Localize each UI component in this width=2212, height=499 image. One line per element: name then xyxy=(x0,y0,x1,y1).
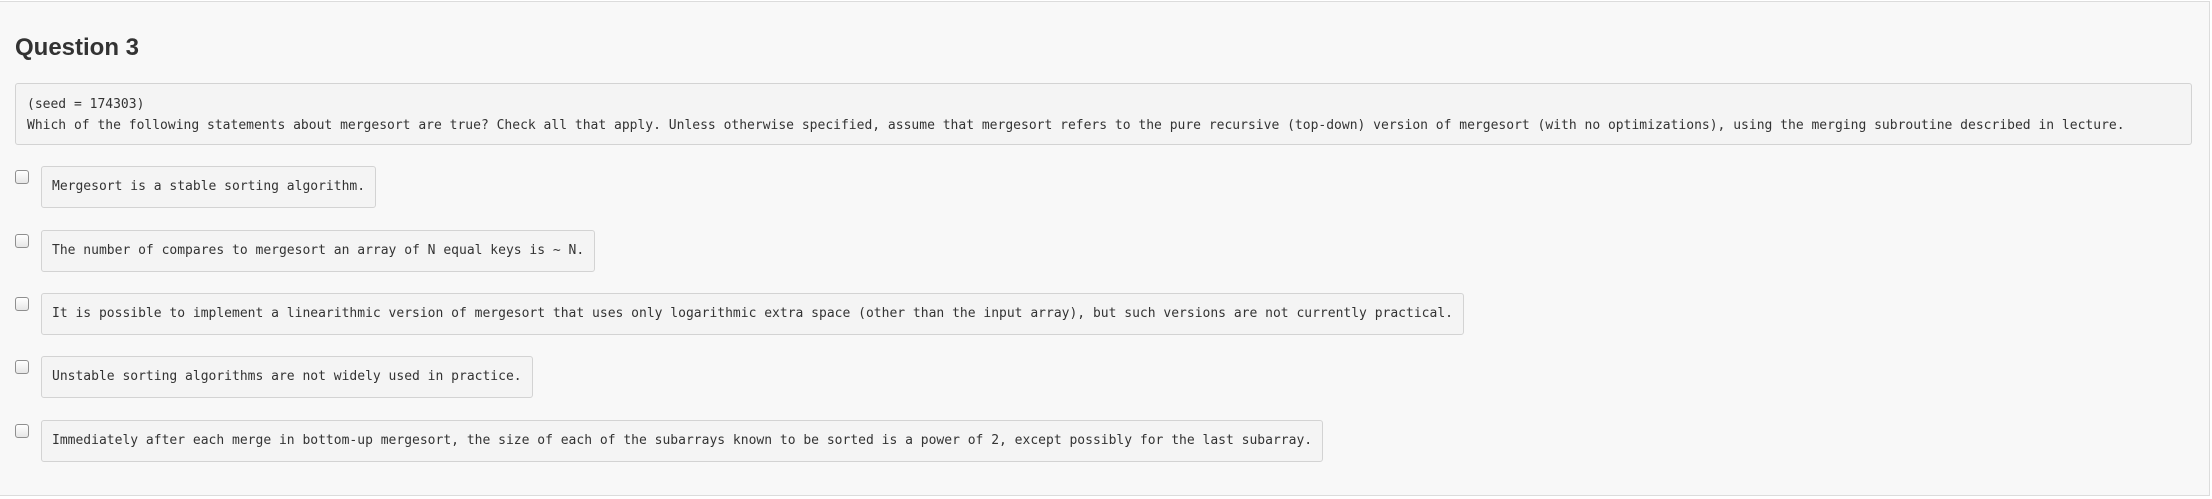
option-text[interactable]: Immediately after each merge in bottom-u… xyxy=(41,420,1324,462)
option-checkbox[interactable] xyxy=(15,297,29,311)
question-panel: Question 3 (seed = 174303) Which of the … xyxy=(0,1,2210,496)
option-text[interactable]: Unstable sorting algorithms are not wide… xyxy=(41,356,533,398)
option-text[interactable]: It is possible to implement a linearithm… xyxy=(41,293,1464,335)
option-checkbox[interactable] xyxy=(15,360,29,374)
option-checkbox[interactable] xyxy=(15,424,29,438)
option-checkbox[interactable] xyxy=(15,170,29,184)
question-prompt: (seed = 174303) Which of the following s… xyxy=(15,83,2192,145)
option-text[interactable]: Mergesort is a stable sorting algorithm. xyxy=(41,166,377,208)
prompt-text: Which of the following statements about … xyxy=(27,118,2125,133)
seed-text: (seed = 174303) xyxy=(27,97,145,112)
option-checkbox[interactable] xyxy=(15,234,29,248)
question-title: Question 3 xyxy=(15,34,140,61)
option-text[interactable]: The number of compares to mergesort an a… xyxy=(41,230,596,272)
